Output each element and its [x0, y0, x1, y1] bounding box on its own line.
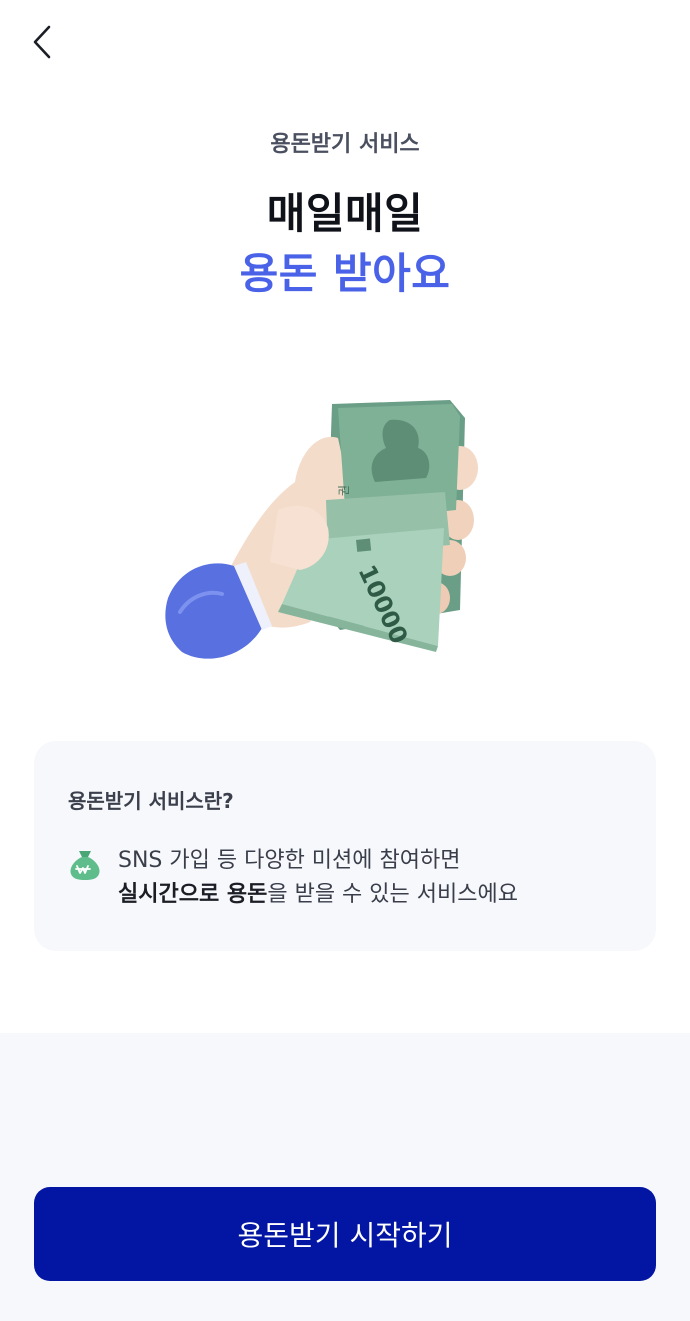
info-line-2-bold: 실시간으로 용돈	[118, 882, 268, 907]
chevron-left-icon	[33, 25, 51, 59]
banknote-mark-text: 권	[337, 485, 351, 496]
title-line-1: 매일매일	[266, 189, 424, 238]
info-card: 용돈받기 서비스란? SNS 가입 등 다양한 미션에 참여하면 실시간으로 용…	[34, 741, 656, 951]
info-card-row: SNS 가입 등 다양한 미션에 참여하면 실시간으로 용돈을 받을 수 있는 …	[68, 844, 622, 912]
money-bag-icon	[70, 851, 100, 880]
start-button[interactable]: 용돈받기 시작하기	[34, 1187, 656, 1281]
eyebrow-text: 용돈받기 서비스	[270, 132, 420, 157]
info-line-2: 실시간으로 용돈을 받을 수 있는 서비스에요	[118, 878, 518, 912]
back-button[interactable]	[22, 22, 62, 62]
info-line-1: SNS 가입 등 다양한 미션에 참여하면	[118, 848, 461, 873]
info-line-2-rest: 을 받을 수 있는 서비스에요	[267, 882, 518, 907]
info-card-title: 용돈받기 서비스란?	[68, 789, 234, 813]
hand-holding-cash-icon: 권 10000	[165, 400, 478, 659]
title-line-2: 용돈 받아요	[239, 249, 451, 298]
page: 용돈받기 서비스 매일매일 용돈 받아요 권 10000 용돈받기 서비스란?	[0, 0, 690, 1321]
info-description: SNS 가입 등 다양한 미션에 참여하면 실시간으로 용돈을 받을 수 있는 …	[118, 844, 518, 912]
